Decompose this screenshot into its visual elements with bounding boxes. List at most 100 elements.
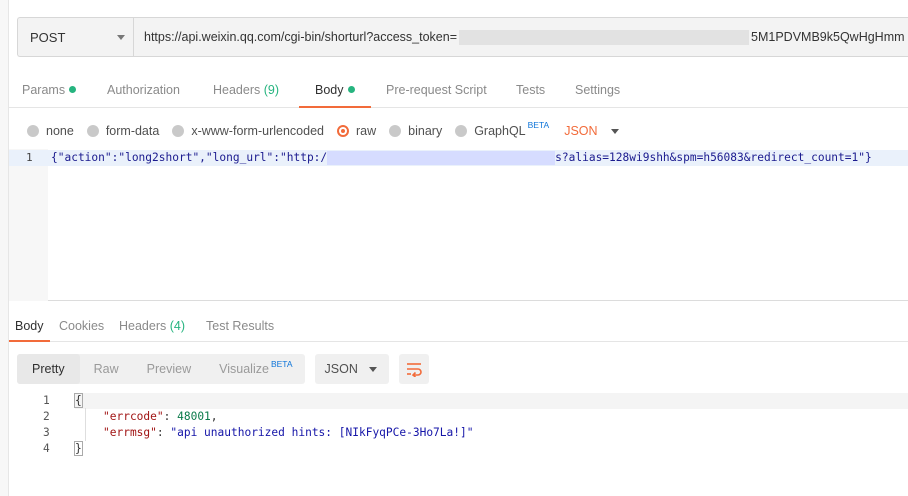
redacted-url — [327, 151, 556, 165]
headers-count-badge: (9) — [263, 83, 280, 97]
code-text: "errmsg": "api unauthorized hints: [NIkF… — [103, 426, 473, 439]
status-dot-icon — [347, 86, 355, 94]
line-number-gutter — [9, 149, 48, 301]
tab-response-body-label: Body — [15, 319, 44, 333]
view-mode-group: Pretty Raw Preview Visualize BETA — [17, 354, 305, 384]
tab-response-headers[interactable]: Headers (4) — [119, 312, 185, 342]
open-brace: { — [74, 393, 83, 408]
tab-headers-label: Headers — [213, 83, 261, 97]
view-raw-button[interactable]: Raw — [80, 354, 133, 384]
tab-params[interactable]: Params — [18, 72, 80, 108]
tab-response-body[interactable]: Body — [9, 312, 50, 342]
chevron-down-icon — [610, 128, 619, 134]
editor-line: 1 {"action":"long2short","long_url":"htt… — [9, 150, 908, 166]
response-toolbar: Pretty Raw Preview Visualize BETA JSON — [17, 354, 429, 384]
method-label: POST — [30, 29, 66, 45]
chevron-down-icon — [368, 367, 377, 372]
tab-body-label: Body — [315, 83, 344, 97]
json-key: "errcode" — [103, 410, 164, 423]
tab-test-results-label: Test Results — [206, 319, 275, 333]
request-bar: POST https://api.weixin.qq.com/cgi-bin/s… — [17, 17, 908, 57]
radio-form-data[interactable]: form-data — [86, 124, 160, 138]
wrap-lines-button[interactable] — [398, 354, 429, 384]
tab-tests[interactable]: Tests — [512, 72, 549, 108]
url-prefix: https://api.weixin.qq.com/cgi-bin/shortu… — [144, 30, 458, 44]
radio-form-data-label: form-data — [105, 124, 160, 138]
code-end: s?alias=128wi9shh&spm=h56083&redirect_co… — [555, 151, 872, 164]
left-panel-edge — [0, 0, 9, 496]
tab-headers[interactable]: Headers (9) — [209, 72, 283, 108]
tab-params-label: Params — [22, 83, 66, 97]
view-pretty-label: Pretty — [32, 362, 65, 376]
view-preview-label: Preview — [146, 362, 192, 376]
radio-raw-label: raw — [356, 124, 377, 138]
json-separator: : — [163, 410, 178, 423]
tab-response-headers-label: Headers — [119, 319, 167, 333]
line-number: 1 — [43, 394, 50, 407]
radio-graphql-label: GraphQL — [474, 124, 526, 138]
code-text: {"action":"long2short","long_url":"http:… — [51, 151, 872, 165]
line-number: 1 — [26, 151, 33, 164]
method-select[interactable]: POST — [17, 17, 133, 57]
radio-icon — [389, 125, 402, 137]
line-number: 2 — [43, 410, 50, 423]
radio-icon — [172, 125, 185, 137]
radio-none-label: none — [46, 124, 74, 138]
tab-body[interactable]: Body — [299, 72, 371, 108]
code-text: { — [74, 393, 83, 408]
tab-pre-request-script[interactable]: Pre-request Script — [382, 72, 491, 108]
request-tabs: Params Authorization Headers (9) Body Pr… — [9, 72, 908, 108]
status-dot-icon — [69, 86, 77, 94]
body-type-selector: none form-data x-www-form-urlencoded raw… — [27, 120, 619, 142]
code-text: "errcode": 48001, — [103, 410, 218, 423]
tab-authorization[interactable]: Authorization — [103, 72, 184, 108]
view-visualize-label: Visualize — [219, 362, 269, 376]
radio-graphql[interactable]: GraphQL BETA — [455, 120, 549, 138]
response-headers-count-badge: (4) — [169, 319, 186, 333]
tab-cookies[interactable]: Cookies — [59, 312, 104, 342]
tab-pre-request-label: Pre-request Script — [386, 83, 487, 97]
beta-badge: BETA — [270, 359, 293, 369]
view-pretty-button[interactable]: Pretty — [17, 354, 80, 384]
wrap-lines-icon — [406, 363, 422, 377]
radio-urlencoded[interactable]: x-www-form-urlencoded — [172, 124, 324, 138]
request-body-editor[interactable]: 1 {"action":"long2short","long_url":"htt… — [9, 149, 908, 301]
response-format-select[interactable]: JSON — [314, 354, 389, 384]
tab-tests-label: Tests — [516, 83, 546, 97]
close-brace: } — [74, 441, 83, 456]
json-number-value: 48001 — [177, 410, 211, 423]
json-key: "errmsg" — [103, 426, 157, 439]
tab-cookies-label: Cookies — [59, 319, 105, 333]
view-visualize-button[interactable]: Visualize BETA — [205, 354, 304, 384]
radio-icon — [27, 125, 39, 137]
json-comma: , — [210, 410, 218, 423]
code-line: 4 } — [9, 441, 908, 457]
tab-test-results[interactable]: Test Results — [206, 312, 274, 342]
tab-settings[interactable]: Settings — [571, 72, 624, 108]
line-number: 3 — [43, 426, 50, 439]
chevron-down-icon — [117, 35, 125, 40]
code-text: } — [74, 441, 83, 456]
json-separator: : — [156, 426, 171, 439]
response-format-label: JSON — [324, 362, 358, 376]
radio-urlencoded-label: x-www-form-urlencoded — [191, 124, 324, 138]
raw-format-label: JSON — [564, 124, 598, 138]
json-string-value: "api unauthorized hints: [NIkFyqPCe-3Ho7… — [170, 426, 474, 439]
tab-authorization-label: Authorization — [107, 83, 180, 97]
radio-none[interactable]: none — [27, 124, 74, 138]
radio-icon — [455, 125, 468, 137]
view-preview-button[interactable]: Preview — [133, 354, 205, 384]
raw-format-select[interactable]: JSON — [564, 124, 619, 138]
radio-binary-label: binary — [408, 124, 443, 138]
radio-icon — [86, 125, 99, 137]
redacted-token — [459, 29, 750, 45]
code-line: 1 { — [9, 393, 908, 409]
radio-binary[interactable]: binary — [389, 124, 442, 138]
response-tabs: Body Cookies Headers (4) Test Results — [9, 312, 908, 342]
url-input[interactable]: https://api.weixin.qq.com/cgi-bin/shortu… — [133, 17, 908, 57]
url-suffix: 5M1PDVMB9k5QwHgHmm — [751, 30, 905, 44]
response-body-viewer[interactable]: 1 { 2 "errcode": 48001, 3 "errmsg": "api… — [9, 392, 908, 462]
beta-badge: BETA — [527, 120, 550, 130]
radio-raw[interactable]: raw — [337, 124, 376, 138]
code-line: 3 "errmsg": "api unauthorized hints: [NI… — [9, 425, 908, 441]
